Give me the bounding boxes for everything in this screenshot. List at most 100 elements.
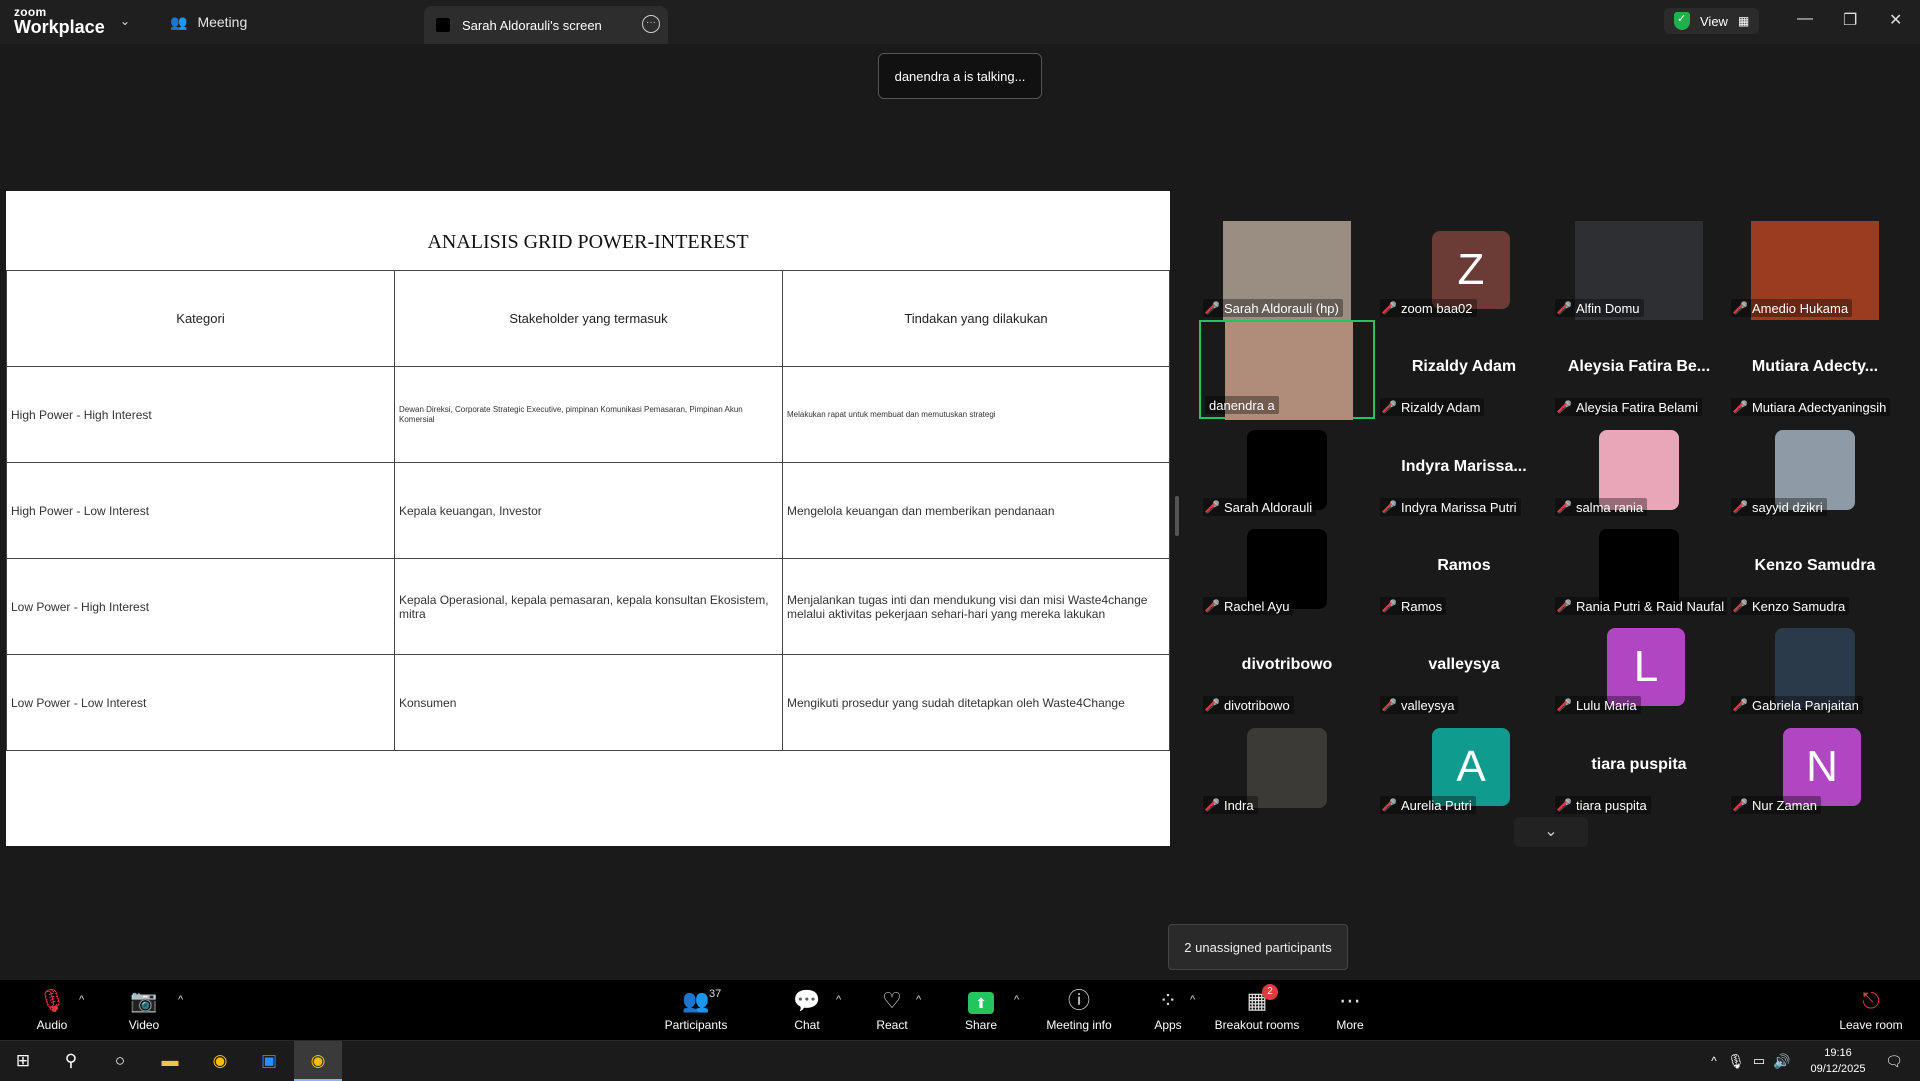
video-options-caret[interactable]: ^ bbox=[178, 994, 183, 1006]
participant-tile[interactable]: valleysya 🎤 valleysya bbox=[1376, 618, 1552, 717]
participant-count: 37 bbox=[709, 988, 722, 1000]
participants-icon: 👥 bbox=[682, 988, 710, 1013]
participant-name-label: 🎤 Ramos bbox=[1380, 597, 1447, 615]
participant-tile[interactable]: Kenzo Samudra 🎤 Kenzo Samudra bbox=[1727, 519, 1903, 618]
participant-tile[interactable]: 🎤 sayyid dzikri bbox=[1727, 420, 1903, 519]
react-options-caret[interactable]: ^ bbox=[916, 994, 921, 1006]
participant-name: Sarah Aldorauli (hp) bbox=[1223, 300, 1339, 316]
clock-date: 09/12/2025 bbox=[1810, 1063, 1866, 1075]
participant-tile[interactable]: Ramos 🎤 Ramos bbox=[1376, 519, 1552, 618]
participant-tile[interactable]: 🎤 Sarah Aldorauli bbox=[1199, 420, 1375, 519]
chrome-active-icon[interactable]: ◉ bbox=[294, 1041, 342, 1081]
muted-mic-icon: 🎤 bbox=[1205, 698, 1220, 712]
chat-options-caret[interactable]: ^ bbox=[836, 994, 841, 1006]
participant-tile[interactable]: Z 🎤 zoom baa02 bbox=[1376, 221, 1552, 320]
participant-tile[interactable]: 🎤 Amedio Hukama bbox=[1727, 221, 1903, 320]
table-cell: Low Power - High Interest bbox=[6, 558, 395, 655]
participant-display-name: Aleysia Fatira Be... bbox=[1567, 358, 1711, 375]
participant-tile[interactable]: divotribowo 🎤 divotribowo bbox=[1199, 618, 1375, 717]
participant-name-label: 🎤 salma rania bbox=[1555, 498, 1648, 516]
apps-options-caret[interactable]: ^ bbox=[1190, 994, 1195, 1006]
table-cell: Kepala Operasional, kepala pemasaran, ke… bbox=[394, 558, 783, 655]
react-label: React bbox=[876, 1018, 908, 1032]
network-icon[interactable]: ▭ bbox=[1747, 1049, 1771, 1073]
participant-tile[interactable]: 🎤 Rania Putri & Raid Naufal bbox=[1551, 519, 1729, 618]
table-row: Low Power - Low Interest Konsumen Mengik… bbox=[6, 654, 1170, 751]
meeting-info-button[interactable]: ⓘ Meeting info bbox=[1034, 988, 1124, 1032]
participant-name-label: 🎤 tiara puspita bbox=[1555, 796, 1651, 814]
participant-display-name: Mutiara Adecty... bbox=[1751, 358, 1879, 375]
search-icon[interactable]: ⚲ bbox=[59, 1049, 83, 1073]
participant-display-name: tiara puspita bbox=[1591, 756, 1687, 773]
more-button[interactable]: ⋯ More bbox=[1305, 988, 1395, 1032]
participant-name-label: 🎤 Amedio Hukama bbox=[1731, 299, 1853, 317]
view-control[interactable]: View ▦ bbox=[1664, 8, 1760, 34]
zoom-workplace-logo[interactable]: zoom Workplace bbox=[14, 6, 105, 36]
share-options-caret[interactable]: ^ bbox=[1014, 994, 1019, 1006]
video-button[interactable]: 📷 Video bbox=[99, 988, 189, 1032]
tab-shared-screen[interactable]: Sarah Aldorauli's screen ··· bbox=[424, 6, 668, 44]
leave-room-button[interactable]: ⎋ Leave room bbox=[1826, 988, 1916, 1032]
participants-label: Participants bbox=[664, 1018, 728, 1032]
muted-mic-icon: 🎤 bbox=[1733, 798, 1748, 812]
participant-tile[interactable]: 🎤 salma rania bbox=[1551, 420, 1727, 519]
participant-name-label: 🎤 Indra bbox=[1203, 796, 1258, 814]
muted-mic-icon: 🎤 bbox=[1733, 301, 1748, 315]
share-button[interactable]: ⬆ Share bbox=[936, 988, 1026, 1032]
participant-name: divotribowo bbox=[1223, 697, 1290, 713]
participant-tile[interactable]: 🎤 Indra bbox=[1199, 718, 1375, 817]
view-button[interactable]: View bbox=[1700, 14, 1728, 29]
chrome-icon[interactable]: ◉ bbox=[208, 1049, 232, 1073]
chevron-up-icon[interactable]: ^ bbox=[1702, 1049, 1726, 1073]
participant-name: Ramos bbox=[1400, 598, 1443, 614]
security-shield-icon[interactable] bbox=[1674, 12, 1690, 30]
audio-options-caret[interactable]: ^ bbox=[79, 994, 84, 1006]
table-cell: High Power - High Interest bbox=[6, 366, 395, 463]
participant-tile[interactable]: N 🎤 Nur Zaman bbox=[1727, 718, 1903, 817]
participant-name: salma rania bbox=[1575, 499, 1644, 515]
participants-button[interactable]: 👥 37 Participants bbox=[651, 988, 741, 1032]
table-cell: Menjalankan tugas inti dan mendukung vis… bbox=[782, 558, 1170, 655]
gallery-scroll-down-button[interactable]: ⌄ bbox=[1514, 817, 1588, 847]
participant-tile[interactable]: Indyra Marissa... 🎤 Indyra Marissa Putri bbox=[1376, 420, 1552, 519]
participant-tile[interactable]: 🎤 Sarah Aldorauli (hp) bbox=[1199, 221, 1375, 320]
participant-name: danendra a bbox=[1209, 397, 1275, 413]
participant-display-name: Indyra Marissa... bbox=[1401, 458, 1527, 475]
file-explorer-icon[interactable]: ▬ bbox=[158, 1049, 182, 1073]
chevron-down-icon[interactable]: ⌄ bbox=[120, 14, 130, 28]
restore-icon[interactable]: ❐ bbox=[1843, 10, 1857, 30]
participant-tile[interactable]: Rizaldy Adam 🎤 Rizaldy Adam bbox=[1376, 320, 1552, 419]
tab-meeting[interactable]: 👥 Meeting bbox=[170, 0, 247, 44]
task-view-icon[interactable]: ○ bbox=[108, 1049, 132, 1073]
more-options-icon[interactable]: ··· bbox=[642, 15, 660, 33]
participant-tile[interactable]: Mutiara Adecty... 🎤 Mutiara Adectyaningsih bbox=[1727, 320, 1903, 419]
close-icon[interactable]: ✕ bbox=[1889, 10, 1902, 30]
microphone-tray-icon[interactable]: 🎙 bbox=[1724, 1049, 1748, 1073]
table-header: Kategori bbox=[6, 270, 395, 367]
react-button[interactable]: ♡ React bbox=[847, 988, 937, 1032]
participant-tile[interactable]: A 🎤 Aurelia Putri bbox=[1376, 718, 1552, 817]
muted-mic-icon: 🎤 bbox=[1557, 599, 1572, 613]
participant-video bbox=[1247, 728, 1327, 808]
meeting-info-label: Meeting info bbox=[1046, 1018, 1112, 1032]
zoom-app-icon[interactable]: ▣ bbox=[257, 1049, 281, 1073]
participant-tile[interactable]: 🎤 Alfin Domu bbox=[1551, 221, 1727, 320]
participant-tile[interactable]: Aleysia Fatira Be... 🎤 Aleysia Fatira Bela… bbox=[1551, 320, 1727, 419]
breakout-rooms-button[interactable]: ▦ 2 Breakout rooms bbox=[1212, 984, 1302, 1032]
participant-tile[interactable]: L 🎤 Lulu Maria bbox=[1551, 618, 1727, 717]
windows-start-icon[interactable]: ⊞ bbox=[11, 1049, 35, 1073]
panel-resize-handle[interactable] bbox=[1175, 496, 1179, 536]
participant-tile[interactable]: 🎤 Rachel Ayu bbox=[1199, 519, 1375, 618]
notification-icon[interactable]: 🗨 bbox=[1882, 1049, 1906, 1073]
system-clock[interactable]: 19:16 09/12/2025 bbox=[1798, 1045, 1878, 1077]
participant-tile[interactable]: tiara puspita 🎤 tiara puspita bbox=[1551, 718, 1727, 817]
participant-tile[interactable]: 🎤 Gabriela Panjaitan bbox=[1727, 618, 1903, 717]
apps-button[interactable]: ⁘ Apps bbox=[1123, 988, 1213, 1032]
minimize-icon[interactable]: — bbox=[1797, 10, 1813, 28]
muted-mic-icon: 🎤 bbox=[1382, 400, 1397, 414]
apps-icon: ⁘ bbox=[1158, 988, 1178, 1013]
volume-icon[interactable]: 🔊 bbox=[1770, 1049, 1794, 1073]
muted-mic-icon: 🎤 bbox=[1557, 301, 1572, 315]
participant-tile[interactable]: danendra a bbox=[1199, 320, 1375, 421]
participant-display-name: Rizaldy Adam bbox=[1411, 358, 1517, 375]
